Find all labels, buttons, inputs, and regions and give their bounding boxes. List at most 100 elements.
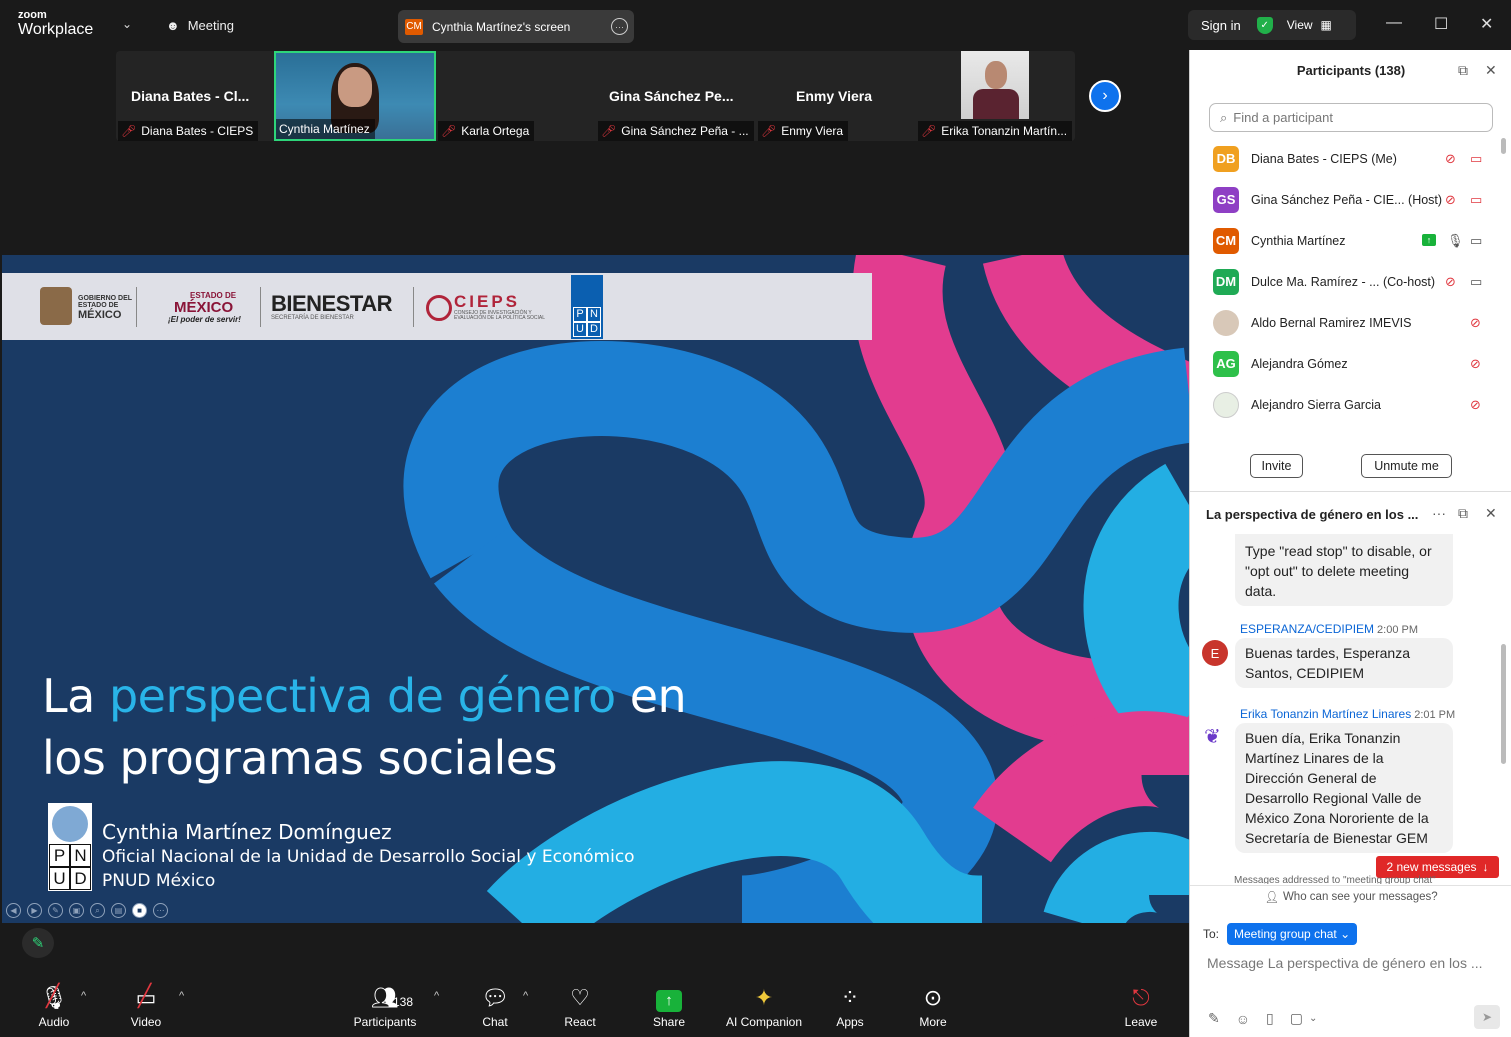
- pen-icon[interactable]: ✎: [48, 903, 63, 918]
- video-tile-active-speaker[interactable]: Cynthia Martínez: [274, 51, 436, 141]
- more-icon: ⊙: [923, 985, 943, 1010]
- grid-icon: ▦: [1320, 18, 1332, 32]
- tile-name: Gina Sánchez Pe...: [609, 88, 734, 104]
- participants-button[interactable]: 👥︎ 138 Participants: [345, 985, 425, 1029]
- name-tag: 🎤︎ Enmy Viera: [758, 121, 849, 141]
- participant-search-input[interactable]: ⌕ Find a participant: [1209, 103, 1493, 132]
- slides-icon[interactable]: ▣: [69, 903, 84, 918]
- next-page-button[interactable]: ›: [1089, 80, 1121, 112]
- title-bar: zoom Workplace ⌄ ☻ Meeting CM Cynthia Ma…: [0, 0, 1511, 50]
- cieps-icon: [426, 295, 452, 321]
- chat-message-input[interactable]: Message La perspectiva de género en los …: [1207, 955, 1497, 971]
- avatar: E: [1202, 640, 1228, 666]
- video-tile[interactable]: 🎤︎ Erika Tonanzin Martín...: [916, 51, 1075, 141]
- recipient-row: To: Meeting group chat ⌄: [1203, 923, 1358, 945]
- participant-row[interactable]: GS Gina Sánchez Peña - CIE... (Host) ⊘ ▭: [1190, 179, 1500, 220]
- participant-row[interactable]: AG Alejandra Gómez ⊘: [1190, 343, 1500, 384]
- close-icon[interactable]: ✕: [1480, 14, 1493, 34]
- chat-fine-print: Messages addressed to "meeting group cha…: [1234, 875, 1436, 884]
- who-can-see-link[interactable]: 👤︎ Who can see your messages?: [1190, 885, 1511, 907]
- to-label: To:: [1203, 927, 1220, 941]
- chat-scrollbar[interactable]: [1501, 644, 1506, 764]
- name-tag: 🎤︎ Karla Ortega: [438, 121, 535, 141]
- meeting-info[interactable]: ☻ Meeting: [166, 18, 234, 33]
- chat-caret[interactable]: ^: [523, 990, 528, 1002]
- participants-caret[interactable]: ^: [434, 990, 439, 1002]
- more-icon[interactable]: ···: [1432, 505, 1446, 521]
- side-panel: Participants (138) ⧉ ✕ ⌕ Find a particip…: [1189, 50, 1511, 1037]
- ai-companion-button[interactable]: ✦ AI Companion: [719, 985, 809, 1029]
- screenshot-icon[interactable]: ▢: [1290, 1010, 1303, 1027]
- search-placeholder: Find a participant: [1233, 110, 1334, 125]
- presenter-org: PNUD México: [102, 871, 216, 891]
- mic-off-icon: ⊘: [1470, 355, 1481, 371]
- recipient-dropdown[interactable]: Meeting group chat ⌄: [1227, 923, 1358, 945]
- popout-icon[interactable]: ⧉: [1458, 62, 1468, 79]
- video-tile[interactable]: Gina Sánchez Pe... 🎤︎ Gina Sánchez Peña -…: [596, 51, 756, 141]
- apps-button[interactable]: ⁘ Apps: [810, 985, 890, 1029]
- mic-off-icon: ⊘: [1445, 150, 1456, 166]
- logo-gobierno: GOBIERNO DEL ESTADO DE MÉXICO: [78, 295, 133, 321]
- maximize-icon[interactable]: ☐: [1434, 14, 1448, 34]
- leave-button[interactable]: ⎋ Leave: [1101, 985, 1181, 1029]
- popout-icon[interactable]: ⧉: [1458, 505, 1468, 522]
- annotate-pen-icon[interactable]: ✎: [22, 928, 54, 958]
- video-options-caret[interactable]: ^: [179, 990, 184, 1002]
- heart-icon: ♡: [570, 985, 590, 1010]
- invite-button[interactable]: Invite: [1250, 454, 1303, 478]
- file-icon[interactable]: ▯: [1266, 1010, 1274, 1027]
- video-tile[interactable]: Diana Bates - Cl... 🎤︎ Diana Bates - CIEP…: [116, 51, 274, 141]
- mic-off-icon: ⊘: [1445, 191, 1456, 207]
- pnud-logo: PN UD: [571, 275, 603, 339]
- sign-in-button[interactable]: Sign in: [1201, 18, 1241, 33]
- video-off-icon: ▭: [1470, 191, 1483, 207]
- share-button[interactable]: ↑ Share: [629, 985, 709, 1029]
- logo-estado-mexico: ESTADO DE MÉXICO ¡El poder de servir!: [168, 291, 241, 325]
- format-icon[interactable]: ✎: [1208, 1010, 1220, 1027]
- video-icon: ▭: [1470, 232, 1483, 248]
- zoom-icon[interactable]: ⌕: [90, 903, 105, 918]
- subtitles-icon[interactable]: ▤: [111, 903, 126, 918]
- minimize-icon[interactable]: —: [1386, 14, 1402, 32]
- prev-icon[interactable]: ◀: [6, 903, 21, 918]
- video-tile[interactable]: 🎤︎ Karla Ortega: [436, 51, 594, 141]
- video-icon: ▭: [1470, 273, 1483, 289]
- close-icon[interactable]: ✕: [1485, 62, 1497, 79]
- name-tag: 🎤︎ Gina Sánchez Peña - ...: [598, 121, 754, 141]
- screen-share-pill[interactable]: CM Cynthia Martínez's screen ···: [398, 10, 634, 43]
- participant-scrollbar[interactable]: [1501, 138, 1507, 438]
- camera-icon[interactable]: ■: [132, 903, 147, 918]
- chevron-down-icon[interactable]: ⌄: [122, 17, 132, 31]
- participant-row[interactable]: DM Dulce Ma. Ramírez - ... (Co-host) ⊘ ▭: [1190, 261, 1500, 302]
- participant-row[interactable]: Aldo Bernal Ramirez IMEVIS ⊘: [1190, 302, 1500, 343]
- more-icon[interactable]: ⋯: [153, 903, 168, 918]
- audio-options-caret[interactable]: ^: [81, 990, 86, 1002]
- chevron-down-icon[interactable]: ⌄: [1309, 1013, 1317, 1024]
- shield-icon[interactable]: ✓: [1256, 16, 1273, 34]
- close-icon[interactable]: ✕: [1485, 505, 1497, 522]
- react-button[interactable]: ♡ React: [540, 985, 620, 1029]
- participant-row[interactable]: CM Cynthia Martínez ↑ 🎙︎ ▭: [1190, 220, 1500, 261]
- mic-off-icon: ⊘: [1470, 314, 1481, 330]
- presenter-name: Cynthia Martínez Domínguez: [102, 820, 392, 844]
- view-button[interactable]: View: [1287, 18, 1313, 32]
- leave-door-icon: ⎋: [1132, 985, 1150, 1010]
- shared-screen: GOBIERNO DEL ESTADO DE MÉXICO ESTADO DE MÉ…: [2, 255, 1189, 923]
- more-button[interactable]: ⊙ More: [893, 985, 973, 1029]
- un-globe-icon: [52, 806, 88, 842]
- avatar: GS: [1213, 186, 1239, 213]
- participant-list: DB Diana Bates - CIEPS (Me) ⊘ ▭ GS Gina …: [1190, 138, 1500, 438]
- next-icon[interactable]: ▶: [27, 903, 42, 918]
- participant-row[interactable]: DB Diana Bates - CIEPS (Me) ⊘ ▭: [1190, 138, 1500, 179]
- video-button[interactable]: ▭ ╱ Video: [106, 983, 186, 1029]
- emoji-icon[interactable]: ☺: [1236, 1011, 1250, 1027]
- mic-off-icon: 🎤︎: [121, 124, 137, 138]
- send-button[interactable]: ➤: [1474, 1005, 1500, 1029]
- sharing-icon: ↑: [1422, 234, 1436, 246]
- unmute-me-button[interactable]: Unmute me: [1361, 454, 1452, 478]
- zoom-workplace-menu[interactable]: zoom Workplace: [18, 10, 93, 38]
- more-icon[interactable]: ···: [611, 18, 628, 35]
- video-tile[interactable]: Enmy Viera 🎤︎ Enmy Viera: [756, 51, 916, 141]
- avatar: [1213, 309, 1239, 336]
- participant-row[interactable]: Alejandro Sierra Garcia ⊘: [1190, 384, 1500, 425]
